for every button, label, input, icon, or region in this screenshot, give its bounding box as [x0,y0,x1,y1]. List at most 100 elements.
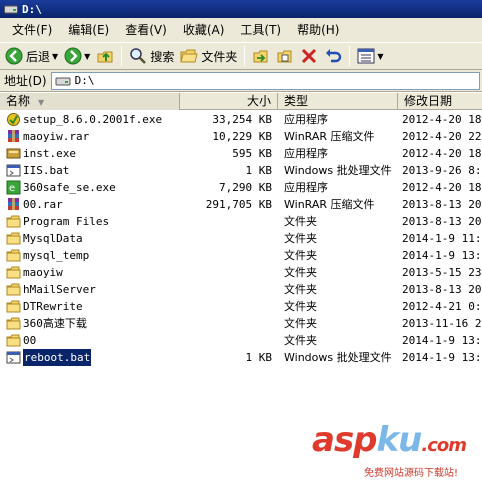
file-date: 2013-9-26 8:5 [402,164,482,177]
rar-icon [6,197,21,212]
forward-dropdown-icon[interactable]: ▼ [84,52,90,61]
file-type: 文件夹 [284,266,317,279]
file-size: 1 KB [245,164,273,177]
file-date: 2012-4-20 18: [402,113,482,126]
undo-button[interactable] [321,44,345,68]
menu-tools[interactable]: 工具(T) [232,18,289,42]
menu-edit[interactable]: 编辑(E) [60,18,117,42]
column-size[interactable]: 大小 [182,93,278,110]
file-name: inst.exe [23,147,76,160]
file-size: 10,229 KB [212,130,272,143]
column-type[interactable]: 类型 [278,93,398,110]
file-type: 应用程序 [284,113,328,126]
address-label: 地址(D) [4,74,47,88]
column-name[interactable]: 名称 ▼ [0,93,180,110]
file-date: 2014-1-9 13:4 [402,351,482,364]
address-value: D:\ [74,74,95,87]
file-name: 360safe_se.exe [23,181,116,194]
search-button[interactable]: 搜索 [126,44,177,68]
menu-view[interactable]: 查看(V) [117,18,175,42]
delete-button[interactable] [297,44,321,68]
file-row[interactable]: setup_8.6.0.2001f.exe 33,254 KB 应用程序 2012-4… [0,111,482,128]
delete-x-icon [302,48,317,64]
file-row[interactable]: MysqlData 文件夹 2014-1-9 11:2 [0,230,482,247]
file-date: 2013-11-16 22 [402,317,482,330]
file-type: WinRAR 压缩文件 [284,130,375,143]
forward-button[interactable]: ▼ [61,44,93,68]
file-row[interactable]: reboot.bat 1 KB Windows 批处理文件 2014-1-9 13:4 [0,348,482,367]
file-type: Windows 批处理文件 [284,351,392,364]
menu-favorites[interactable]: 收藏(A) [175,18,233,42]
file-row[interactable]: Program Files 文件夹 2013-8-13 20: [0,213,482,230]
inst-exe-icon [6,146,21,161]
file-type: 文件夹 [284,215,317,228]
undo-icon [326,49,342,63]
file-type: 文件夹 [284,317,317,330]
column-date[interactable]: 修改日期 [398,93,482,110]
back-arrow-icon [5,47,23,65]
file-name: mysql_temp [23,249,90,262]
back-label: 后退 [26,49,51,64]
file-row[interactable]: 360高速下载 文件夹 2013-11-16 22 [0,315,482,332]
folder-icon [6,299,21,314]
drive-icon [55,77,71,85]
up-folder-button[interactable] [93,44,117,68]
window-title: D:\ [22,2,42,16]
column-header: 名称 ▼ 大小 类型 修改日期 [0,93,482,110]
menu-file[interactable]: 文件(F) [4,18,60,42]
folders-button[interactable]: 文件夹 [177,44,240,68]
forward-arrow-icon [64,47,82,65]
file-row[interactable]: mysql_temp 文件夹 2014-1-9 13: [0,247,482,264]
file-name: 360高速下载 [23,317,87,330]
file-row[interactable]: 00.rar 291,705 KB WinRAR 压缩文件 2013-8-13 20: [0,196,482,213]
watermark-logo-com: .com [421,435,467,456]
file-row[interactable]: maoyiw.rar 10,229 KB WinRAR 压缩文件 2012-4-20 … [0,128,482,145]
file-size: 291,705 KB [205,198,272,211]
file-row[interactable]: maoyiw 文件夹 2013-5-15 23: [0,264,482,281]
toolbar-separator [349,46,351,66]
file-type: 文件夹 [284,300,317,313]
address-bar: 地址(D) D:\ [0,70,482,92]
browser-exe-icon: e [6,180,21,195]
file-row[interactable]: IIS.bat 1 KB Windows 批处理文件 2013-9-26 8:5 [0,162,482,179]
file-date: 2012-4-21 0:1 [402,300,482,313]
menu-help[interactable]: 帮助(H) [289,18,347,42]
file-date: 2012-4-20 22: [402,130,482,143]
file-date: 2013-8-13 20: [402,198,482,211]
watermark-logo-asp: asp [312,420,378,460]
file-name: IIS.bat [23,164,70,177]
views-button[interactable]: ▼ [354,44,386,68]
views-dropdown-icon[interactable]: ▼ [377,52,383,61]
column-name-label: 名称 [6,94,31,108]
file-row[interactable]: e 360safe_se.exe 7,290 KB 应用程序 2012-4-20 18: [0,179,482,196]
file-type: 文件夹 [284,283,317,296]
drive-icon [4,5,18,14]
file-name: reboot.bat [21,348,93,367]
file-date: 2014-1-9 11:2 [402,232,482,245]
file-date: 2014-1-9 13: [402,249,482,262]
folder-icon [6,231,21,246]
file-type: Windows 批处理文件 [284,164,392,177]
copy-to-icon [277,50,292,63]
folder-icon [6,282,21,297]
file-name: 00 [23,334,37,347]
file-row[interactable]: hMailServer 文件夹 2013-8-13 20: [0,281,482,298]
folder-icon [6,265,21,280]
file-date: 2013-8-13 20: [402,283,482,296]
back-dropdown-icon[interactable]: ▼ [52,52,58,61]
file-date: 2014-1-9 13: [402,334,482,347]
file-row[interactable]: inst.exe 595 KB 应用程序 2012-4-20 18: [0,145,482,162]
address-input[interactable]: D:\ [50,71,480,90]
title-bar[interactable]: D:\ [0,0,482,18]
move-to-button[interactable] [249,44,273,68]
copy-to-button[interactable] [273,44,297,68]
rar-icon [6,129,21,144]
file-size: 7,290 KB [219,181,272,194]
bat-icon [6,163,21,178]
file-name: 00.rar [23,198,63,211]
toolbar-separator [121,46,123,66]
file-row[interactable]: 00 文件夹 2014-1-9 13: [0,332,482,349]
file-row[interactable]: DTRewrite 文件夹 2012-4-21 0:1 [0,298,482,315]
back-button[interactable]: 后退 ▼ [2,44,61,68]
sort-arrow-icon: ▼ [38,98,45,107]
